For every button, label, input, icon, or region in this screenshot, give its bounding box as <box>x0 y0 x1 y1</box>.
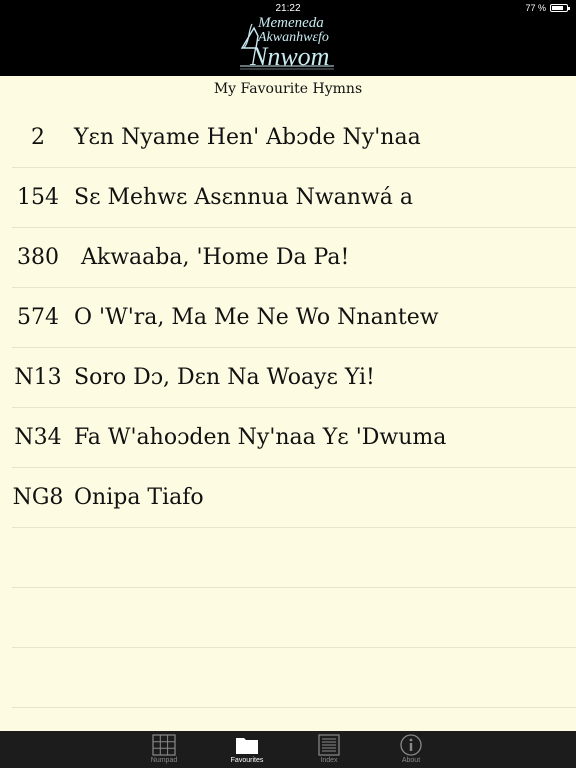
tab-label: Numpad <box>150 757 178 764</box>
app-logo: Memeneda Akwanhwɛfo Nnwom <box>236 14 340 74</box>
tab-bar: Numpad Favourites Index About <box>0 731 576 768</box>
hymn-title: Yɛn Nyame Hen' Abɔde Ny'naa <box>74 125 421 150</box>
hymn-row[interactable]: 2 Yɛn Nyame Hen' Abɔde Ny'naa <box>12 108 576 168</box>
hymn-number: 154 <box>17 185 59 210</box>
tab-about[interactable]: About <box>376 731 446 768</box>
tab-numpad[interactable]: Numpad <box>129 731 199 768</box>
info-icon <box>400 734 422 756</box>
hymn-number: 2 <box>31 125 45 150</box>
tab-index[interactable]: Index <box>294 731 364 768</box>
tab-label: Index <box>320 757 338 764</box>
battery-indicator: 77 % <box>525 3 570 13</box>
status-time: 21:22 <box>275 3 301 14</box>
hymn-title: Akwaaba, 'Home Da Pa! <box>74 245 350 270</box>
hymn-row[interactable]: N13 Soro Dɔ, Dɛn Na Woayɛ Yi! <box>12 348 576 408</box>
numpad-icon <box>152 734 176 756</box>
battery-icon <box>550 4 570 12</box>
battery-percent: 77 % <box>525 3 546 13</box>
hymn-row[interactable]: 154 Sɛ Mehwɛ Asɛnnua Nwanwá a <box>12 168 576 228</box>
hymn-number: N13 <box>14 365 62 390</box>
hymn-number: 574 <box>17 305 59 330</box>
tab-label: Favourites <box>230 757 264 764</box>
hymn-title: Fa W'ahoɔden Ny'naa Yɛ 'Dwuma <box>74 425 447 450</box>
tab-favourites[interactable]: Favourites <box>212 731 282 768</box>
hymn-title: Soro Dɔ, Dɛn Na Woayɛ Yi! <box>74 365 375 390</box>
page-title: My Favourite Hymns <box>213 81 363 97</box>
favourites-list: 2 Yɛn Nyame Hen' Abɔde Ny'naa 154 Sɛ Mehwɛ… <box>0 108 576 708</box>
hymn-row[interactable]: 380 Akwaaba, 'Home Da Pa! <box>12 228 576 288</box>
hymn-title: Onipa Tiafo <box>74 485 204 510</box>
hymn-title: O 'W'ra, Ma Me Ne Wo Nnantew <box>74 305 439 330</box>
empty-row <box>12 528 576 588</box>
hymn-row[interactable]: NG8 Onipa Tiafo <box>12 468 576 528</box>
hymn-number: 380 <box>17 245 59 270</box>
empty-row <box>12 648 576 708</box>
tab-label: About <box>401 757 421 764</box>
hymn-number: N34 <box>14 425 62 450</box>
index-icon <box>318 734 340 756</box>
hymn-number: NG8 <box>12 485 64 510</box>
app-header: 21:22 77 % Memeneda Akwanhwɛfo Nnwom <box>0 0 576 76</box>
logo-line-3: Nnwom <box>250 42 330 71</box>
empty-row <box>12 588 576 648</box>
hymn-row[interactable]: 574 O 'W'ra, Ma Me Ne Wo Nnantew <box>12 288 576 348</box>
hymn-title: Sɛ Mehwɛ Asɛnnua Nwanwá a <box>74 185 414 210</box>
hymn-row[interactable]: N34 Fa W'ahoɔden Ny'naa Yɛ 'Dwuma <box>12 408 576 468</box>
folder-icon <box>236 738 258 754</box>
